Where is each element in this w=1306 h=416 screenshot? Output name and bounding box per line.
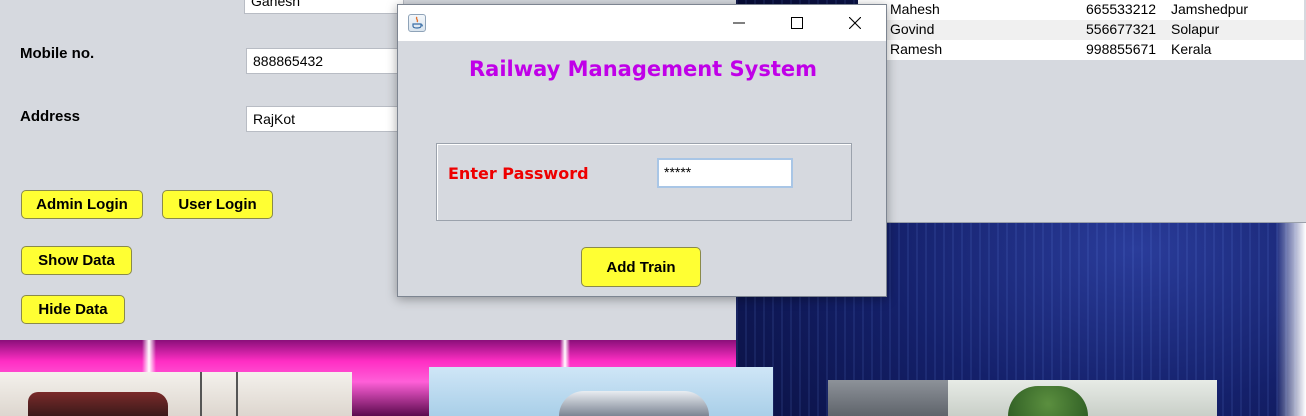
wire-shape [200,372,202,416]
cell-mobile: 556677321 [1086,21,1157,37]
cell-name: Ramesh [890,41,943,57]
cell-city: Kerala [1171,41,1212,57]
train-photo-3 [828,380,1217,416]
close-button[interactable] [832,5,878,41]
name-field[interactable]: Ganesh [244,0,404,14]
user-login-label: User Login [178,196,257,213]
maximize-icon [791,17,803,29]
tree-shape [1008,386,1088,416]
cell-name: Govind [890,21,935,37]
minimize-button[interactable] [716,5,762,41]
train-nose-shape [559,391,709,416]
table-row[interactable]: Mahesh 665533212 Jamshedpur [858,0,1304,20]
train-photo-1 [0,372,352,416]
add-train-button[interactable]: Add Train [581,247,701,287]
cell-city: Jamshedpur [1171,1,1249,17]
address-label: Address [20,108,81,125]
cell-name: Mahesh [890,1,940,17]
password-dialog: Railway Management System Enter Password… [397,4,887,297]
table-row[interactable]: Govind 556677321 Solapur [858,20,1304,40]
show-data-label: Show Data [38,252,115,269]
show-data-button[interactable]: Show Data [21,246,132,275]
data-table-window: Mahesh 665533212 Jamshedpur Govind 55667… [858,0,1306,223]
train-photo-2 [429,367,773,416]
locomotive-shape [28,392,168,416]
station-shed-shape [828,380,948,416]
mobile-field[interactable]: 888865432 [246,48,406,74]
password-label: Enter Password [448,164,589,183]
dialog-titlebar[interactable] [398,5,886,41]
password-field[interactable]: ***** [657,158,793,188]
maximize-button[interactable] [774,5,820,41]
address-field[interactable]: RajKot [246,106,406,132]
cell-city: Solapur [1171,21,1220,37]
cell-mobile: 998855671 [1086,41,1157,57]
close-icon [849,17,861,29]
cell-mobile: 665533212 [1086,1,1157,17]
admin-login-label: Admin Login [36,196,128,213]
user-login-button[interactable]: User Login [162,190,273,219]
hide-data-label: Hide Data [38,301,108,318]
admin-login-button[interactable]: Admin Login [21,190,143,219]
java-app-icon[interactable] [408,14,426,32]
minimize-icon [733,22,745,24]
wire-shape [236,372,238,416]
password-panel: Enter Password ***** [436,143,852,221]
dialog-heading: Railway Management System [468,57,818,81]
hide-data-button[interactable]: Hide Data [21,295,125,324]
table-row[interactable]: Ramesh 998855671 Kerala [858,40,1304,60]
mobile-label: Mobile no. [20,45,95,62]
add-train-label: Add Train [606,258,676,276]
data-table: Mahesh 665533212 Jamshedpur Govind 55667… [858,0,1304,60]
